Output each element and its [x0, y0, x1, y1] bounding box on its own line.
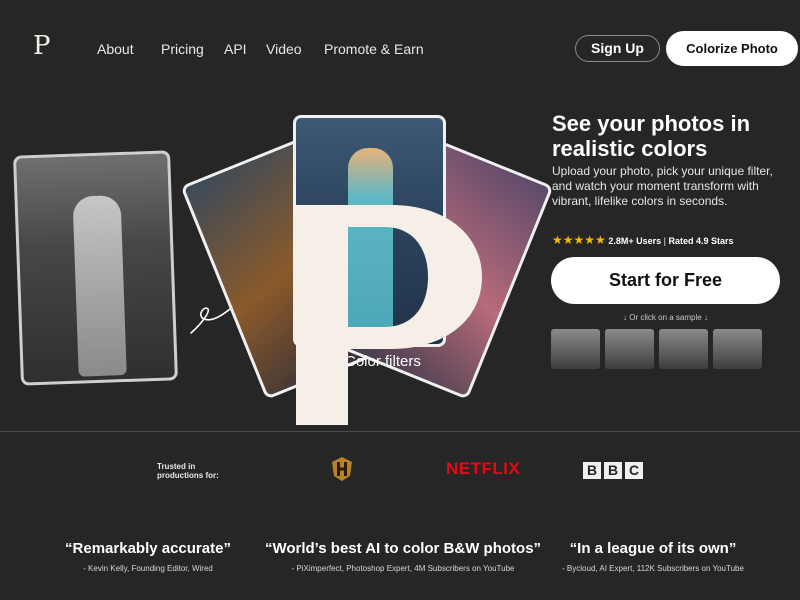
- testimonial-author: - Kevin Kelly, Founding Editor, Wired: [83, 564, 213, 573]
- testimonial-author: - Bycloud, AI Expert, 112K Subscribers o…: [562, 564, 744, 573]
- sample-photo-2[interactable]: [605, 329, 654, 369]
- rating-value: Rated 4.9 Stars: [668, 236, 734, 246]
- sample-hint: ↓ Or click on a sample ↓: [623, 313, 708, 322]
- testimonial-quote: “In a league of its own”: [569, 540, 737, 557]
- testimonial: “In a league of its own” - Bycloud, AI E…: [548, 540, 758, 573]
- color-filters-label: Color filters: [345, 353, 421, 370]
- testimonial: “World’s best AI to color B&W photos” - …: [258, 540, 548, 573]
- bbc-logo: B B C: [583, 462, 643, 479]
- netflix-logo: NETFLIX: [446, 459, 521, 478]
- sample-photo-1[interactable]: [551, 329, 600, 369]
- photo-subject: [72, 195, 127, 377]
- rating-stars-icon: ★★★★★: [552, 233, 606, 247]
- bbc-letter: C: [625, 462, 643, 479]
- sign-up-button[interactable]: Sign Up: [575, 35, 660, 62]
- sample-photo-3[interactable]: [659, 329, 708, 369]
- history-channel-logo: [332, 457, 352, 481]
- colorize-photo-button[interactable]: Colorize Photo: [666, 31, 798, 66]
- start-for-free-button[interactable]: Start for Free: [551, 257, 780, 304]
- section-divider: [0, 431, 800, 432]
- top-nav: P About Pricing API Video Promote & Earn…: [0, 0, 800, 100]
- nav-link-video[interactable]: Video: [266, 41, 302, 57]
- nav-link-api[interactable]: API: [224, 41, 247, 57]
- testimonial-quote: “World’s best AI to color B&W photos”: [264, 540, 542, 557]
- testimonial: “Remarkably accurate” - Kevin Kelly, Fou…: [48, 540, 248, 573]
- hero-subtext: Upload your photo, pick your unique filt…: [552, 164, 773, 208]
- bbc-letter: B: [604, 462, 622, 479]
- brand-p-icon: [296, 205, 482, 425]
- brand-logo[interactable]: P: [33, 33, 51, 59]
- testimonial-quote: “Remarkably accurate”: [65, 540, 231, 557]
- users-count: 2.8M+ Users: [608, 236, 662, 246]
- nav-link-pricing[interactable]: Pricing: [161, 41, 204, 57]
- rating-row: ★★★★★ 2.8M+ Users | Rated 4.9 Stars: [552, 234, 734, 247]
- bbc-letter: B: [583, 462, 601, 479]
- rating-separator: |: [663, 236, 666, 246]
- testimonial-author: - PiXimperfect, Photoshop Expert, 4M Sub…: [291, 564, 515, 573]
- nav-link-promote-earn[interactable]: Promote & Earn: [324, 41, 424, 57]
- trusted-label: Trusted in productions for:: [157, 462, 219, 480]
- sample-photo-4[interactable]: [713, 329, 762, 369]
- black-and-white-photo: [13, 150, 178, 386]
- hero-headline: See your photos in realistic colors: [552, 111, 751, 161]
- nav-link-about[interactable]: About: [97, 41, 134, 57]
